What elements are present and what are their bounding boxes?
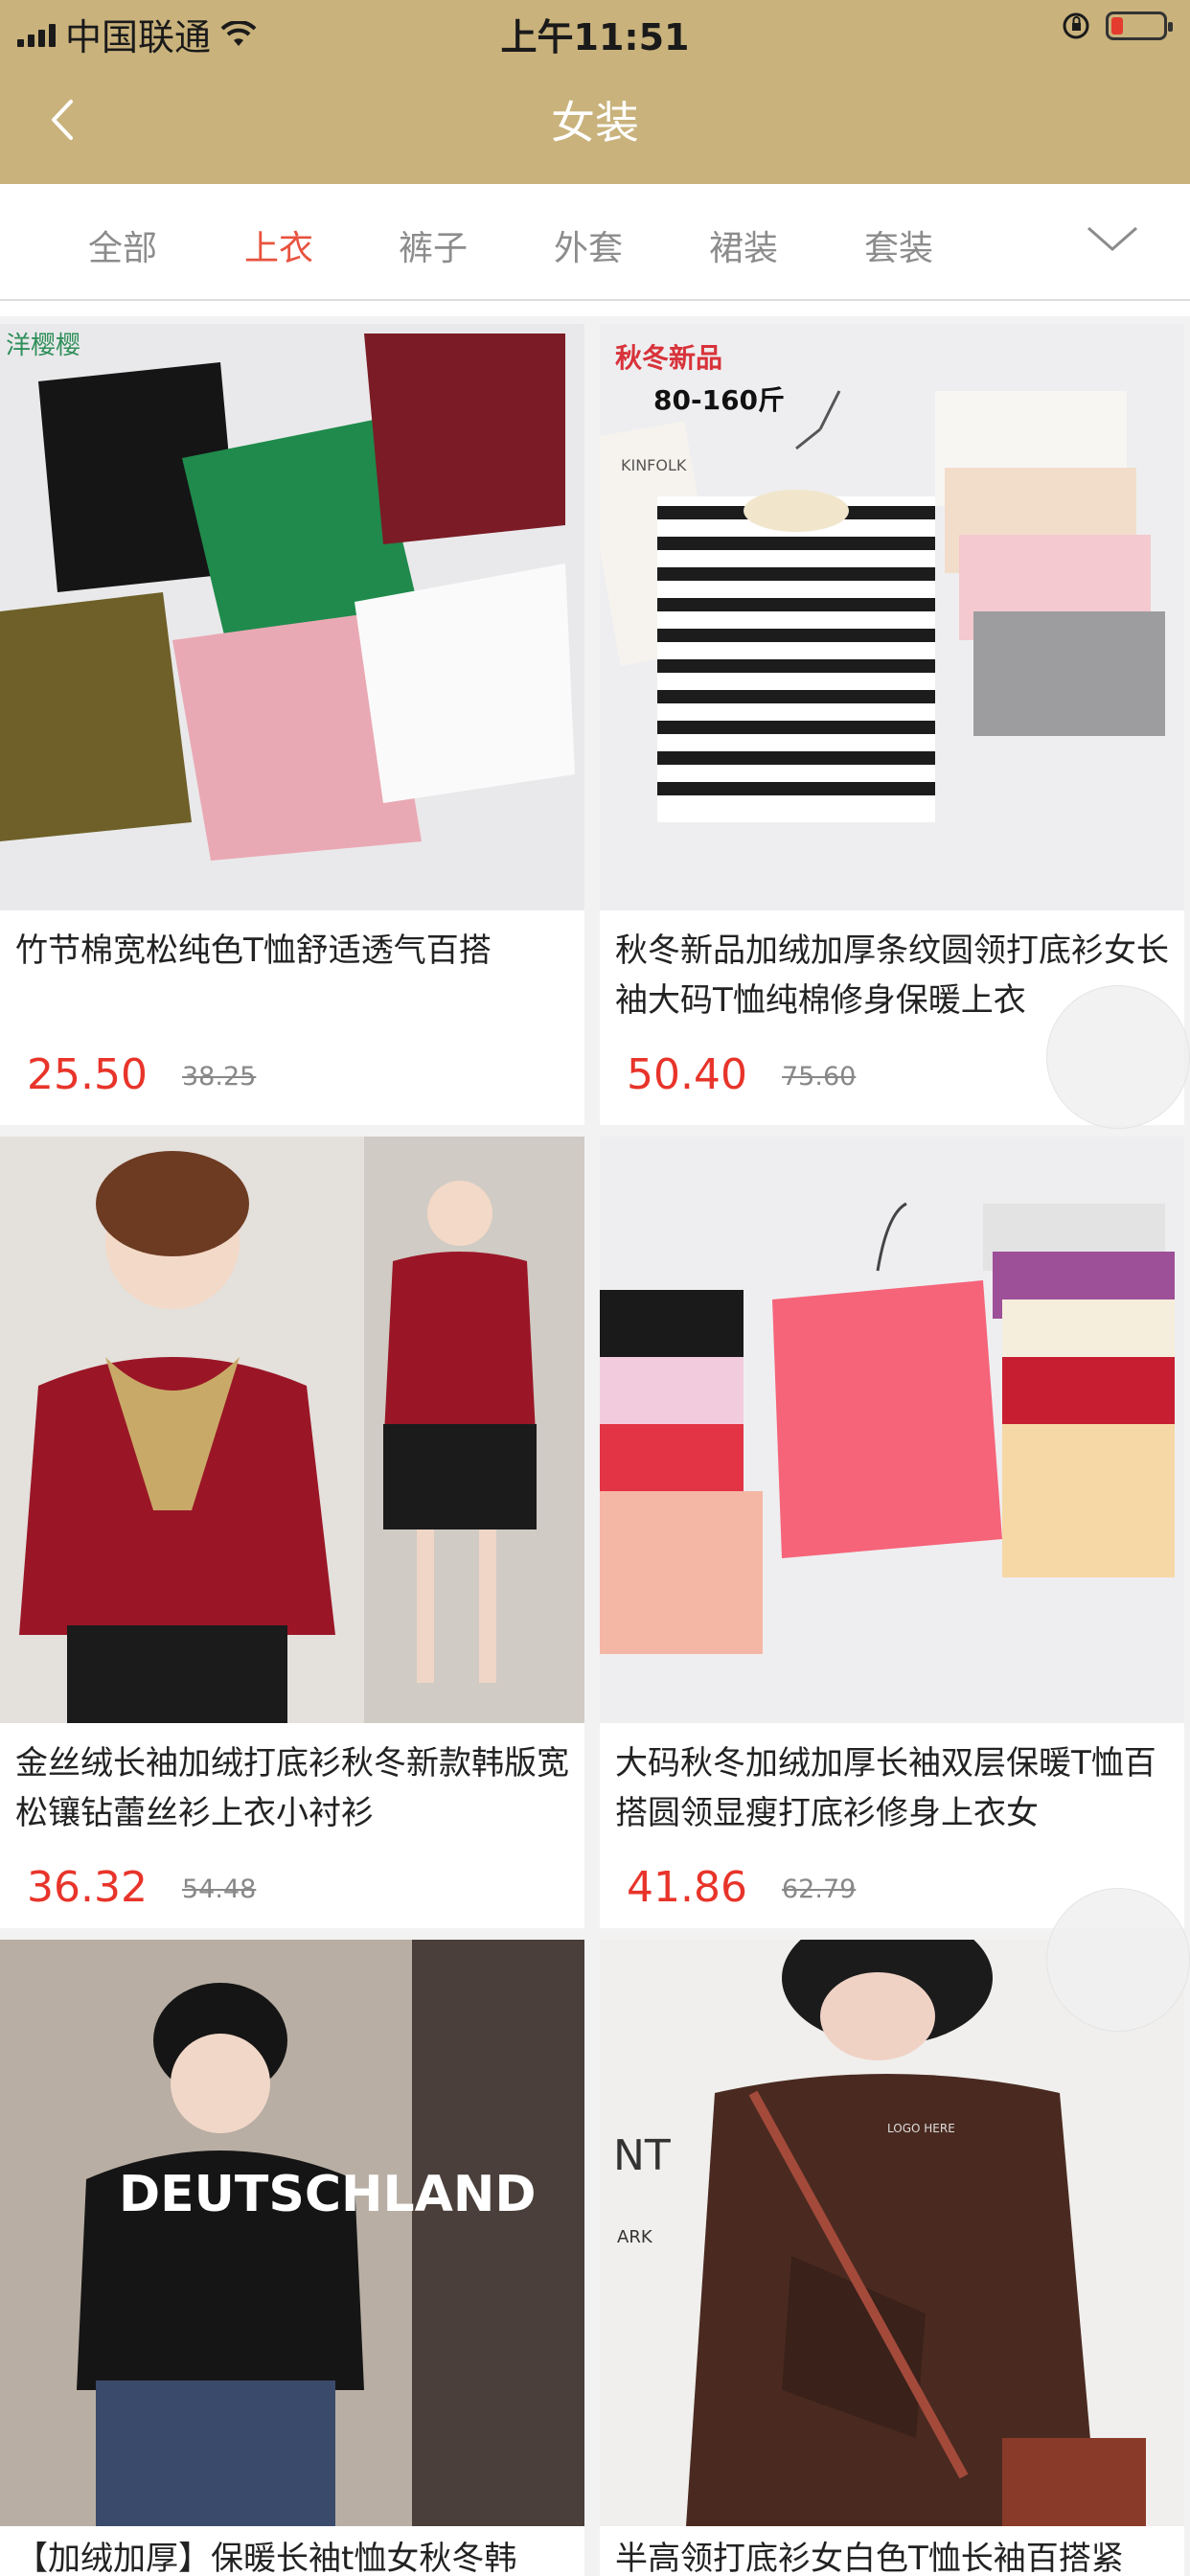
- product-card[interactable]: 金丝绒长袖加绒打底衫秋冬新款韩版宽松镶钻蕾丝衫上衣小衬衫 36.32 54.48: [0, 1137, 584, 1928]
- product-price: 41.86: [627, 1863, 747, 1912]
- floating-button[interactable]: [1046, 1888, 1190, 2032]
- product-image: [0, 1940, 584, 2526]
- product-price: 36.32: [27, 1863, 148, 1912]
- product-image: [0, 324, 584, 910]
- product-card[interactable]: 洋樱樱 竹节棉宽松纯色T恤舒适透气百搭 25.50 38.25: [0, 324, 584, 1125]
- status-right: [1062, 12, 1173, 40]
- product-grid: 洋樱樱 竹节棉宽松纯色T恤舒适透气百搭 25.50 38.25 秋冬新品 80-…: [0, 316, 1190, 2576]
- product-card[interactable]: NT ARK LOGO HERE 半高领打底衫女白色T恤长袖百搭紧: [600, 1940, 1184, 2576]
- product-card[interactable]: DEUTSCHLAND 【加绒加厚】保暖长袖t恤女秋冬韩: [0, 1940, 584, 2576]
- image-background-text: NT: [613, 2131, 671, 2180]
- tab-coats[interactable]: 外套: [554, 220, 623, 270]
- tab-all[interactable]: 全部: [88, 220, 157, 270]
- product-name: 金丝绒长袖加绒打底衫秋冬新款韩版宽松镶钻蕾丝衫上衣小衬衫: [15, 1744, 569, 1832]
- product-name: 【加绒加厚】保暖长袖t恤女秋冬韩: [15, 2540, 517, 2576]
- image-promo-label: 秋冬新品: [615, 342, 723, 374]
- product-name: 大码秋冬加绒加厚长袖双层保暖T恤百搭圆领显瘦打底衫修身上衣女: [615, 1744, 1156, 1832]
- tab-pants[interactable]: 裤子: [399, 220, 468, 270]
- category-tabs: 全部 上衣 裤子 外套 裙装 套装: [0, 184, 1190, 301]
- image-brand-label: KINFOLK: [621, 456, 687, 474]
- status-bar: 中国联通 上午11:51: [0, 0, 1190, 59]
- product-price: 50.40: [627, 1050, 747, 1099]
- battery-icon: [1106, 12, 1173, 40]
- status-time: 上午11:51: [500, 16, 690, 58]
- product-price: 25.50: [27, 1050, 148, 1099]
- chevron-down-icon[interactable]: [1085, 220, 1140, 259]
- product-original-price: 75.60: [782, 1062, 857, 1092]
- orientation-lock-icon: [1063, 12, 1089, 39]
- image-size-label: 80-160斤: [653, 384, 786, 416]
- product-original-price: 54.48: [182, 1874, 257, 1904]
- image-shirt-text: DEUTSCHLAND: [119, 2166, 537, 2223]
- image-watermark: 洋樱樱: [6, 332, 81, 360]
- image-logo-text: LOGO HERE: [887, 2122, 955, 2135]
- nav-bar: 女装: [0, 59, 1190, 184]
- product-name: 竹节棉宽松纯色T恤舒适透气百搭: [15, 932, 492, 970]
- product-image: [0, 1137, 584, 1723]
- product-original-price: 38.25: [182, 1062, 257, 1092]
- tab-tops[interactable]: 上衣: [244, 220, 313, 270]
- product-image: [600, 1137, 1184, 1723]
- tab-sets[interactable]: 套装: [864, 220, 933, 270]
- product-card[interactable]: 大码秋冬加绒加厚长袖双层保暖T恤百搭圆领显瘦打底衫修身上衣女 41.86 62.…: [600, 1137, 1184, 1928]
- tab-skirts[interactable]: 裙装: [709, 220, 778, 270]
- floating-button[interactable]: [1046, 985, 1190, 1129]
- product-name: 半高领打底衫女白色T恤长袖百搭紧: [615, 2540, 1124, 2576]
- image-background-text: ARK: [617, 2227, 652, 2247]
- product-original-price: 62.79: [782, 1874, 857, 1904]
- page-title: 女装: [551, 97, 639, 149]
